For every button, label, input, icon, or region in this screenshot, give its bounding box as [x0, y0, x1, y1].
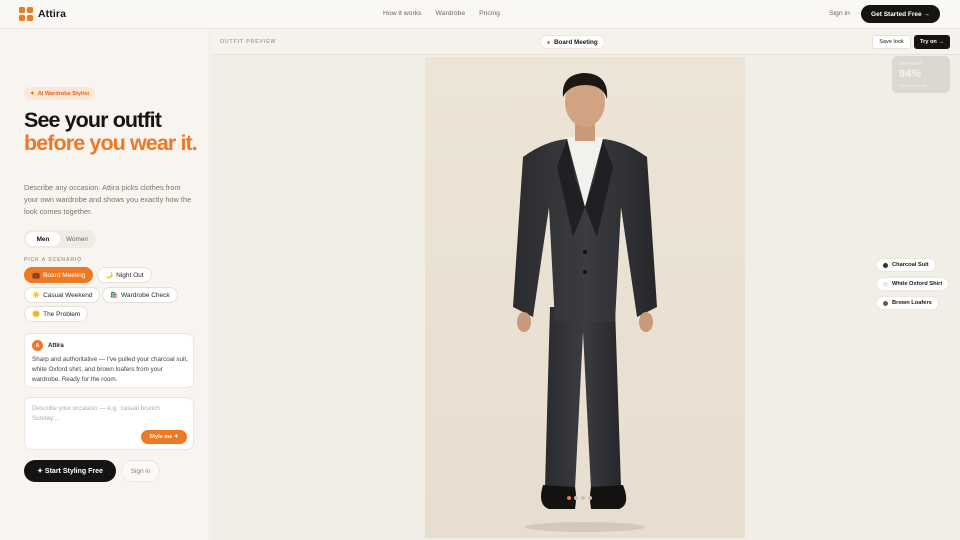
style-score-card: Style Match 94% Occasion-ready — [892, 56, 950, 93]
signin-link[interactable]: Sign in — [829, 10, 850, 17]
item-tag-label: Charcoal Suit — [892, 262, 929, 268]
nav-link-wardrobe[interactable]: Wardrobe — [436, 10, 466, 17]
briefcase-icon: 💼 — [32, 272, 41, 279]
item-tag-brown-loafers[interactable]: Brown Loafers — [876, 296, 939, 310]
gender-option-women[interactable]: Women — [60, 232, 94, 246]
dot-icon — [547, 40, 550, 44]
signin-button[interactable]: Sign in — [121, 460, 160, 482]
color-dot-icon — [883, 262, 888, 268]
color-dot-icon — [883, 300, 888, 306]
score-title: Style Match — [899, 61, 923, 66]
chip-label: Board Meeting — [43, 271, 86, 279]
carousel-dot[interactable] — [567, 496, 571, 500]
gender-option-men[interactable]: Men — [26, 232, 60, 246]
get-started-button[interactable]: Get Started Free → — [861, 5, 940, 23]
occasion-input-placeholder: Describe your occasion — e.g. 'casual br… — [32, 405, 160, 423]
chip-label: Wardrobe Check — [121, 291, 170, 299]
left-panel: ✦ AI Wardrobe Stylist See your outfit be… — [0, 29, 210, 540]
assistant-avatar: A — [32, 340, 43, 351]
assistant-message-text: Sharp and authoritative — I've pulled yo… — [32, 356, 188, 384]
hero-title-line1: See your outfit — [24, 108, 162, 132]
chip-label: Casual Weekend — [43, 291, 93, 299]
scenario-chip-night-out[interactable]: 🌙 Night Out — [97, 267, 152, 283]
model-illustration — [513, 73, 657, 532]
item-tag-label: White Oxford Shirt — [892, 281, 943, 287]
carousel-dots — [567, 496, 592, 500]
chip-label: Night Out — [116, 271, 144, 279]
logo-icon — [19, 7, 33, 21]
scenario-label: PICK A SCENARIO — [24, 257, 83, 263]
item-tag-white-oxford-shirt[interactable]: White Oxford Shirt — [876, 277, 950, 291]
nav-link-how-it-works[interactable]: How it works — [383, 10, 422, 17]
nav-link-pricing[interactable]: Pricing — [479, 10, 500, 17]
carousel-dot[interactable] — [574, 496, 578, 500]
ai-stylist-badge: ✦ AI Wardrobe Stylist — [24, 87, 96, 100]
item-tag-charcoal-suit[interactable]: Charcoal Suit — [876, 258, 936, 272]
active-scenario-badge: Board Meeting — [540, 35, 605, 49]
hero-title: See your outfit before you wear it. — [24, 109, 204, 154]
occasion-input[interactable]: Describe your occasion — e.g. 'casual br… — [24, 397, 194, 450]
badge-label: AI Wardrobe Stylist — [37, 90, 90, 97]
start-styling-button[interactable]: ✦ Start Styling Free — [24, 460, 116, 482]
scenario-chip-wardrobe-check[interactable]: 🛍️ Wardrobe Check — [102, 287, 178, 303]
sun-icon: ☀️ — [32, 292, 41, 299]
carousel-dot[interactable] — [588, 496, 592, 500]
preview-label: OUTFIT PREVIEW — [220, 39, 277, 45]
assistant-name: Attira — [48, 342, 64, 349]
outfit-photo — [425, 57, 745, 538]
outfit-preview-panel: OUTFIT PREVIEW Board Meeting Save look T… — [211, 29, 960, 540]
try-on-button[interactable]: Try on → — [914, 35, 950, 49]
brand-name: Attira — [38, 8, 67, 20]
sparkle-icon: ✦ — [30, 90, 35, 97]
scenario-chip-casual-weekend[interactable]: ☀️ Casual Weekend — [24, 287, 101, 303]
shopping-bags-icon: 🛍️ — [110, 292, 119, 299]
active-scenario-label: Board Meeting — [554, 38, 598, 46]
assistant-message: A Attira Sharp and authoritative — I've … — [24, 333, 194, 388]
top-navigation: Attira How it works Wardrobe Pricing Sig… — [0, 0, 960, 29]
style-me-button[interactable]: Style me ✦ — [141, 430, 187, 444]
nav-links: How it works Wardrobe Pricing — [383, 10, 500, 17]
brand[interactable]: Attira — [19, 7, 66, 21]
moon-icon: 🌙 — [105, 272, 114, 279]
save-look-button[interactable]: Save look — [872, 35, 911, 49]
confused-face-icon: 😕 — [32, 311, 41, 318]
hero-description: Describe any occasion. Attira picks clot… — [24, 183, 192, 216]
scenario-chip-board-meeting[interactable]: 💼 Board Meeting — [24, 267, 94, 283]
preview-toolbar: OUTFIT PREVIEW Board Meeting Save look T… — [211, 29, 960, 55]
carousel-dot[interactable] — [581, 496, 585, 500]
score-value: 94% — [899, 68, 922, 80]
scenario-chip-the-problem[interactable]: 😕 The Problem — [24, 306, 89, 322]
color-dot-icon — [883, 281, 888, 287]
score-subtitle: Occasion-ready — [899, 83, 928, 88]
hero-title-line2: before you wear it. — [24, 130, 198, 155]
chip-label: The Problem — [43, 310, 81, 318]
gender-toggle: Men Women — [24, 230, 96, 248]
item-tag-label: Brown Loafers — [892, 300, 932, 306]
